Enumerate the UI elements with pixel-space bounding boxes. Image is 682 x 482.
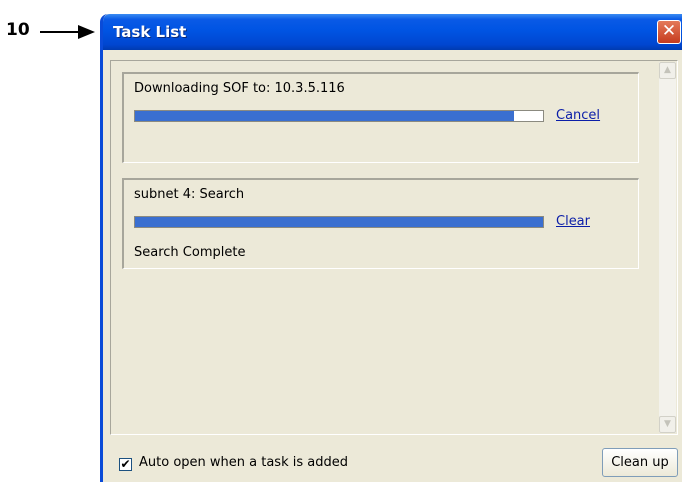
- clean-up-button[interactable]: Clean up: [602, 448, 678, 477]
- scroll-down-button[interactable]: ▼: [659, 416, 676, 433]
- progress-bar: [134, 110, 544, 122]
- close-button[interactable]: ✕: [657, 20, 681, 44]
- callout-line: [40, 31, 80, 33]
- auto-open-label: Auto open when a task is added: [139, 455, 348, 470]
- vertical-scrollbar[interactable]: ▲ ▼: [659, 62, 676, 433]
- auto-open-checkbox[interactable]: ✔: [119, 458, 132, 471]
- progress-bar: [134, 216, 544, 228]
- close-icon: ✕: [661, 21, 677, 41]
- clear-link[interactable]: Clear: [556, 214, 590, 229]
- progress-fill: [135, 217, 543, 227]
- task-title: Downloading SOF to: 10.3.5.116: [134, 81, 345, 96]
- cancel-link[interactable]: Cancel: [556, 108, 600, 123]
- callout-number: 10: [6, 20, 30, 40]
- window-title: Task List: [113, 23, 187, 41]
- checkmark-icon: ✔: [120, 457, 131, 471]
- task-list: Downloading SOF to: 10.3.5.116 Cancel su…: [110, 60, 678, 435]
- chevron-up-icon: ▲: [664, 65, 671, 75]
- task-title: subnet 4: Search: [134, 187, 245, 202]
- task-list-window: Task List ✕ Downloading SOF to: 10.3.5.1…: [100, 14, 682, 482]
- scroll-up-button[interactable]: ▲: [659, 62, 676, 79]
- chevron-down-icon: ▼: [664, 419, 671, 429]
- task-item: Downloading SOF to: 10.3.5.116 Cancel: [122, 72, 639, 163]
- progress-fill: [135, 111, 515, 121]
- title-bar[interactable]: Task List ✕: [103, 14, 682, 50]
- task-item: subnet 4: Search Clear Search Complete: [122, 178, 639, 269]
- task-status: Search Complete: [134, 245, 246, 260]
- callout-arrow-icon: [78, 25, 95, 39]
